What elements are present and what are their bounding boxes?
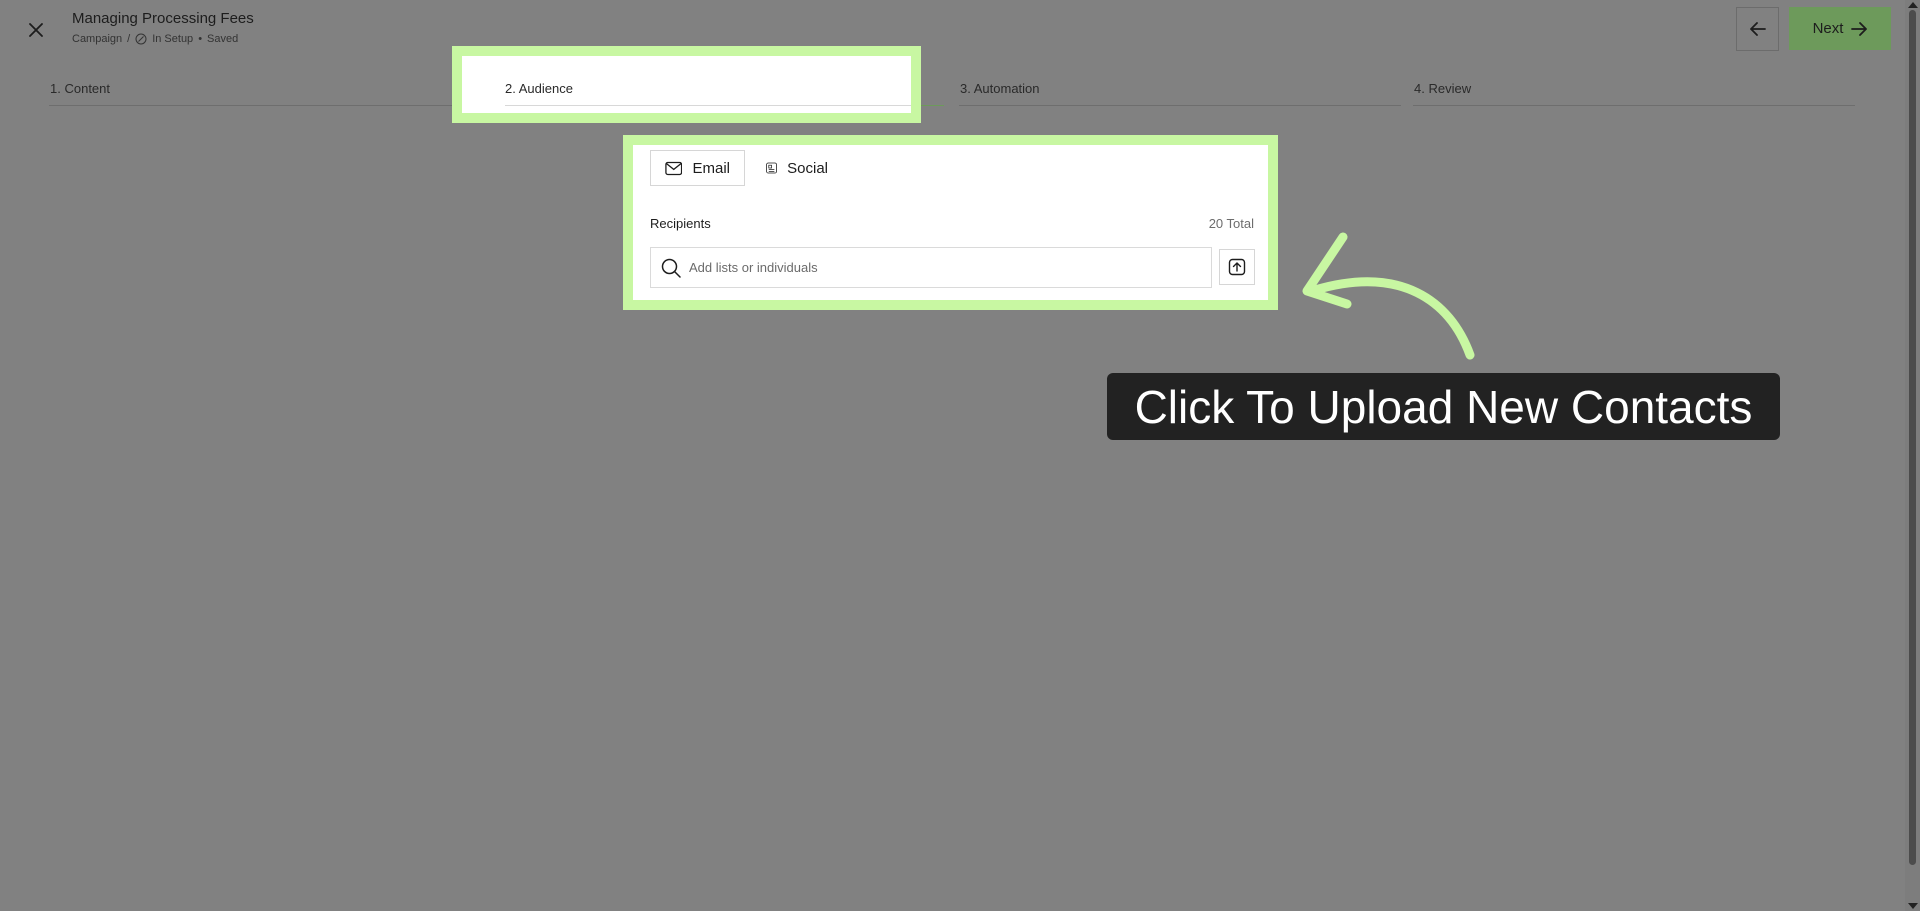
step-label: Review	[1428, 81, 1472, 96]
mail-icon	[665, 161, 683, 175]
arrow-left-icon	[1749, 22, 1766, 36]
step-number: 1.	[50, 81, 61, 96]
breadcrumb-campaign[interactable]: Campaign	[72, 32, 122, 46]
step-automation-underline	[959, 105, 1401, 106]
close-icon	[29, 23, 43, 37]
status-separator: •	[198, 33, 203, 45]
step-content-underline	[49, 105, 452, 106]
channel-email-button[interactable]: Email	[650, 150, 745, 186]
recipients-total: 20 Total	[1208, 216, 1254, 231]
status-text: In Setup	[152, 33, 194, 45]
annotation-arrow-icon	[1302, 232, 1475, 360]
step-audience[interactable]: 2. Audience	[505, 81, 573, 96]
breadcrumb-separator: /	[127, 33, 131, 45]
recipients-search-field[interactable]	[650, 247, 1212, 288]
step-number: 4.	[1414, 81, 1425, 96]
annotation-tooltip: Click To Upload New Contacts	[1107, 373, 1780, 440]
breadcrumb: Campaign / In Setup • Saved	[72, 32, 254, 46]
arrow-right-icon	[1851, 21, 1868, 36]
close-button[interactable]	[22, 16, 50, 44]
step-label: Audience	[518, 81, 573, 96]
upload-icon	[1228, 258, 1246, 276]
scroll-down-arrow-icon[interactable]	[1908, 903, 1918, 909]
recipients-label: Recipients	[650, 216, 711, 231]
search-icon	[661, 258, 681, 278]
step-content[interactable]: 1. Content	[50, 81, 110, 96]
recipients-search-input[interactable]	[689, 260, 1089, 275]
step-audience-underline	[505, 105, 911, 106]
status-setup-icon	[135, 33, 147, 45]
step-review-underline	[1413, 105, 1855, 106]
channel-social-label: Social	[787, 159, 828, 177]
step-number: 2.	[505, 81, 516, 96]
vertical-scrollbar[interactable]	[1905, 0, 1920, 911]
save-state: Saved	[207, 33, 239, 45]
upload-contacts-button[interactable]	[1219, 249, 1255, 285]
social-post-icon	[766, 162, 777, 174]
step-review[interactable]: 4. Review	[1414, 81, 1471, 96]
step-audience-progress	[921, 105, 944, 106]
channel-email-label: Email	[692, 159, 730, 177]
back-button[interactable]	[1736, 7, 1779, 51]
step-automation[interactable]: 3. Automation	[960, 81, 1040, 96]
step-label: Content	[64, 81, 111, 96]
step-label: Automation	[973, 81, 1040, 96]
scroll-up-arrow-icon[interactable]	[1908, 2, 1918, 8]
channel-social-button[interactable]: Social	[752, 150, 842, 186]
step-number: 3.	[960, 81, 971, 96]
header-title-block: Managing Processing Fees Campaign / In S…	[72, 10, 254, 46]
next-button[interactable]: Next	[1789, 7, 1891, 50]
page-title: Managing Processing Fees	[72, 10, 254, 27]
next-button-label: Next	[1812, 20, 1844, 37]
scrollbar-thumb[interactable]	[1909, 10, 1916, 865]
